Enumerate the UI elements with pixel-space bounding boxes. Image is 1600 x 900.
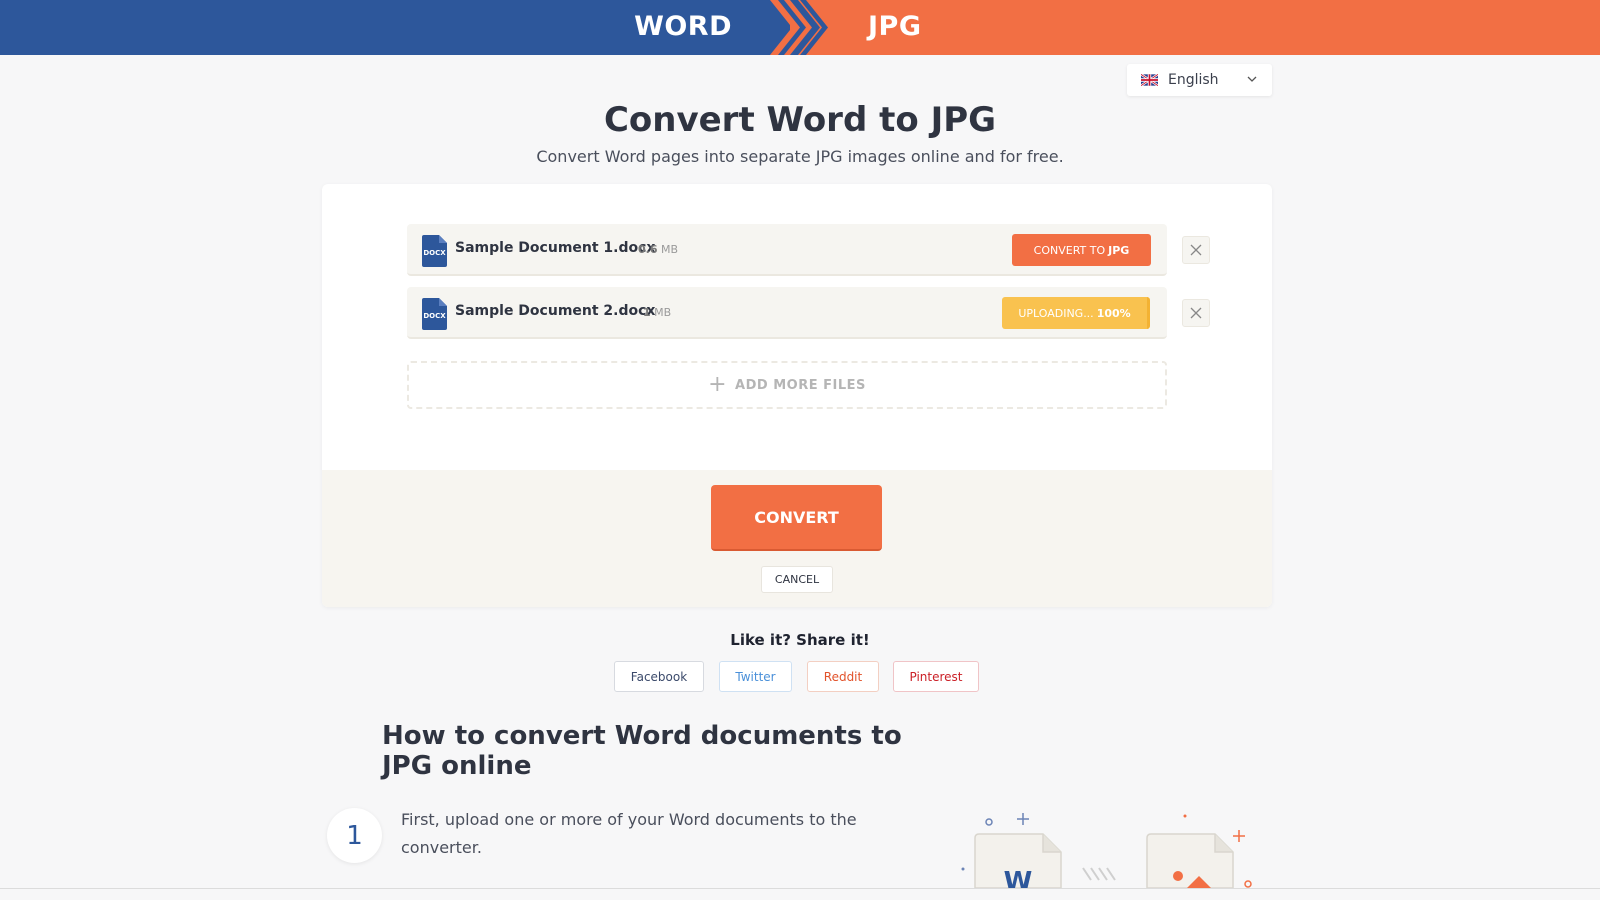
step-text: First, upload one or more of your Word d…	[401, 810, 857, 857]
page-divider	[0, 888, 1600, 889]
add-more-files-button[interactable]: + ADD MORE FILES	[407, 361, 1167, 409]
docx-file-icon-label: DOCX	[423, 249, 446, 257]
uk-flag-icon	[1141, 74, 1158, 86]
chevron-down-icon	[1247, 76, 1257, 82]
chevron-arrows-icon	[770, 0, 828, 55]
file-size-unit: MB	[654, 306, 672, 319]
file-name: Sample Document 2.docx	[455, 303, 656, 319]
upload-card: DOCX Sample Document 1.docx 0.6 MB CONVE…	[322, 184, 1272, 607]
file-size-value: 1	[643, 306, 651, 319]
convert-to-label: CONVERT TO	[1033, 243, 1106, 257]
upload-status-label: UPLOADING...	[1018, 306, 1094, 320]
share-facebook-button[interactable]: Facebook	[614, 661, 704, 692]
step-number: 1	[327, 808, 382, 863]
docx-file-icon: DOCX	[422, 298, 447, 330]
word-to-jpg-illustration-icon: W	[961, 813, 1252, 888]
file-name: Sample Document 1.docx	[455, 240, 656, 256]
share-reddit-button[interactable]: Reddit	[807, 661, 879, 692]
page-subtitle: Convert Word pages into separate JPG ima…	[536, 147, 1064, 166]
cancel-button[interactable]: CANCEL	[761, 566, 833, 593]
plus-icon: +	[708, 372, 728, 397]
language-selector[interactable]: English	[1127, 64, 1272, 96]
file-size-unit: MB	[661, 243, 679, 256]
docx-file-icon: DOCX	[422, 235, 447, 267]
upload-status: UPLOADING... 100%	[1002, 297, 1150, 329]
header-banner: WORD JPG	[0, 0, 1600, 55]
howto-heading: How to convert Word documents to JPG onl…	[382, 721, 902, 781]
banner-from-format: WORD	[634, 11, 732, 42]
remove-file-button[interactable]	[1182, 236, 1210, 264]
close-icon	[1190, 244, 1202, 256]
share-twitter-button[interactable]: Twitter	[719, 661, 792, 692]
add-more-files-label: ADD MORE FILES	[735, 377, 866, 393]
file-row: DOCX Sample Document 2.docx 1 MB UPLOADI…	[407, 287, 1167, 339]
share-pinterest-button[interactable]: Pinterest	[893, 661, 979, 692]
share-title: Like it? Share it!	[730, 631, 870, 649]
language-label: English	[1168, 72, 1219, 88]
file-size-value: 0.6	[638, 243, 658, 256]
remove-file-button[interactable]	[1182, 299, 1210, 327]
file-size: 1 MB	[643, 306, 671, 319]
file-row: DOCX Sample Document 1.docx 0.6 MB CONVE…	[407, 224, 1167, 276]
docx-file-icon-label: DOCX	[423, 312, 446, 320]
file-size: 0.6 MB	[638, 243, 678, 256]
convert-button[interactable]: CONVERT	[711, 485, 882, 551]
upload-percent: 100%	[1096, 306, 1131, 320]
card-footer: CONVERT CANCEL	[322, 470, 1272, 607]
page-title: Convert Word to JPG	[603, 100, 997, 140]
svg-text:W: W	[1004, 867, 1033, 888]
close-icon	[1190, 307, 1202, 319]
convert-to-format: JPG	[1108, 243, 1130, 257]
banner-to-format: JPG	[868, 11, 922, 42]
convert-to-format-button[interactable]: CONVERT TO JPG	[1012, 234, 1151, 266]
